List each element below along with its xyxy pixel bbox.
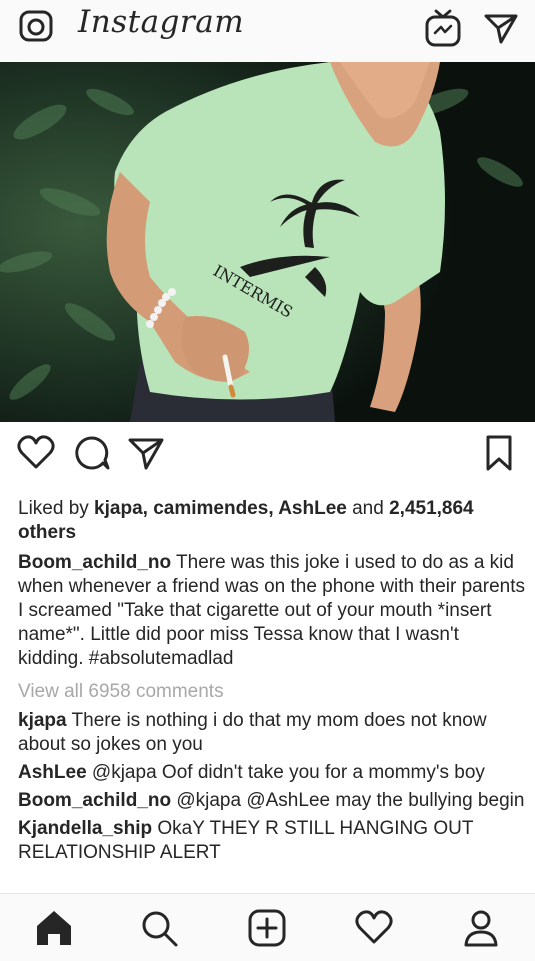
app-logo: Instagram: [78, 4, 245, 40]
view-all-comments-link[interactable]: View all 6958 comments: [18, 681, 224, 703]
camera-icon[interactable]: [18, 8, 54, 44]
caption-username[interactable]: Boom_achild_no: [18, 552, 171, 573]
post-image: INTERMIS: [0, 62, 535, 422]
comment-text: @kjapa @AshLee may the bullying begin: [176, 790, 525, 811]
likes-others[interactable]: others: [18, 522, 76, 543]
comment-text: @kjapa Oof didn't take you for a mommy's…: [91, 762, 485, 783]
likes-and: and: [346, 498, 390, 519]
profile-icon[interactable]: [461, 908, 501, 948]
likes-count[interactable]: 2,451,864: [389, 498, 474, 519]
liker-username[interactable]: camimendes: [153, 498, 268, 519]
top-bar: Instagram: [0, 0, 535, 63]
post-actions: [0, 425, 535, 487]
search-icon[interactable]: [139, 908, 179, 948]
comment-item: AshLee @kjapa Oof didn't take you for a …: [18, 761, 528, 785]
likes-separator: ,: [142, 498, 154, 519]
likes-prefix: Liked by: [18, 498, 95, 519]
comment-text: There is nothing i do that my mom does n…: [18, 710, 487, 755]
comment-username[interactable]: AshLee: [18, 762, 87, 783]
comment-username[interactable]: Boom_achild_no: [18, 790, 171, 811]
comment-username[interactable]: kjapa: [18, 710, 67, 731]
liker-username[interactable]: AshLee: [278, 498, 347, 519]
new-post-icon[interactable]: [247, 908, 287, 948]
comments-list: kjapa There is nothing i do that my mom …: [18, 709, 528, 869]
likes-separator: ,: [268, 498, 279, 519]
like-heart-icon[interactable]: [16, 433, 56, 473]
igtv-icon[interactable]: [424, 8, 462, 48]
comment-item: Kjandella_ship OkaY THEY R STILL HANGING…: [18, 817, 528, 865]
comment-icon[interactable]: [72, 433, 112, 473]
post-caption: Boom_achild_no There was this joke i use…: [18, 551, 528, 671]
bookmark-icon[interactable]: [479, 433, 519, 473]
home-icon[interactable]: [34, 908, 74, 948]
comment-item: Boom_achild_no @kjapa @AshLee may the bu…: [18, 789, 528, 813]
post-photo[interactable]: INTERMIS: [0, 62, 535, 422]
bottom-tab-bar: [0, 893, 535, 961]
direct-message-icon[interactable]: [483, 10, 519, 46]
comment-username[interactable]: Kjandella_ship: [18, 818, 152, 839]
likes-summary[interactable]: Liked by kjapa, camimendes, AshLee and 2…: [18, 497, 523, 545]
share-icon[interactable]: [126, 433, 166, 473]
comment-item: kjapa There is nothing i do that my mom …: [18, 709, 528, 757]
activity-heart-icon[interactable]: [354, 908, 394, 948]
liker-username[interactable]: kjapa: [94, 498, 143, 519]
